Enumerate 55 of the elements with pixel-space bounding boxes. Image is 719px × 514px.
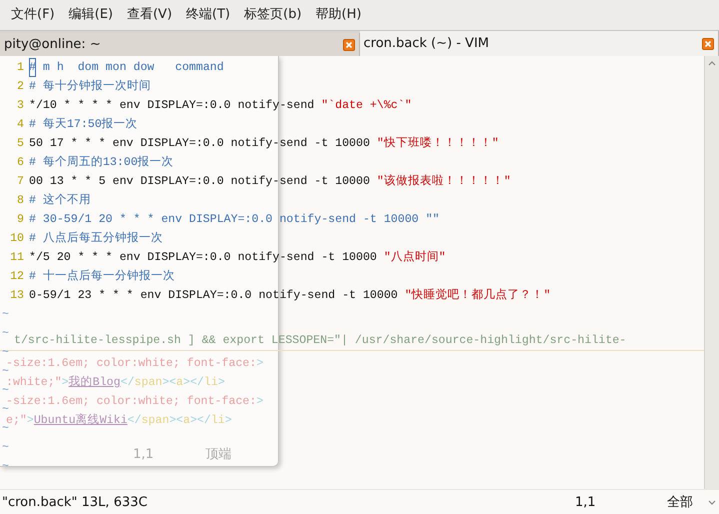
tab-label: cron.back (~) - VIM (364, 36, 489, 51)
line-number: 9 (16, 212, 25, 228)
empty-line-marker: ~ (2, 460, 9, 473)
line-number: 7 (16, 174, 25, 190)
empty-line-marker: ~ (2, 346, 9, 359)
code-line: # 十一点后每一分钟报一次 (29, 268, 175, 285)
line-number: 4 (16, 117, 25, 133)
line-number: 10 (9, 231, 25, 247)
file-info: "cron.back" 13L, 633C (1, 494, 148, 510)
empty-line-marker: ~ (2, 384, 9, 397)
menu-item[interactable]: 查看(V) (120, 5, 180, 25)
close-icon[interactable] (702, 38, 714, 50)
empty-line-marker: ~ (2, 403, 9, 416)
code-line: # 每天17:50报一次 (29, 116, 138, 133)
empty-line-marker: ~ (2, 422, 9, 435)
empty-line-marker: ~ (2, 365, 9, 378)
tab-label: pity@online: ~ (4, 37, 101, 52)
tab[interactable]: cron.back (~) - VIM (360, 31, 719, 56)
scroll-position: 顶端 (206, 446, 232, 463)
cursor-position: 1,1 (133, 446, 154, 462)
code-line: */10 * * * * env DISPLAY=:0.0 notify-send "`date +\%c`" (29, 98, 412, 114)
code-line: 50 17 * * * env DISPLAY=:0.0 notify-send -t 10000 "快下班喽！！！！！" (29, 136, 499, 152)
code-line: e;">Ubuntu离线Wiki</span><a></li> (6, 412, 233, 427)
menu-item[interactable]: 文件(F) (4, 5, 62, 25)
line-number: 12 (9, 269, 25, 285)
line-number: 3 (16, 98, 25, 114)
empty-line-marker: ~ (2, 308, 9, 321)
code-line: # 这个不用 (29, 192, 91, 209)
scrollbar[interactable] (704, 56, 719, 489)
line-number: 8 (16, 193, 25, 209)
line-number: 2 (16, 79, 25, 95)
code-line: -size:1.6em; color:white; font-face:> (6, 394, 264, 408)
scroll-position: 全部 (667, 494, 694, 511)
code-line: # 30-59/1 20 * * * env DISPLAY=:0.0 notify-send -t 10000 "" (29, 212, 440, 228)
code-line: 00 13 * * 5 env DISPLAY=:0.0 notify-send -t 10000 "该做报表啦！！！！！" (29, 173, 511, 190)
line-number: 1 (16, 60, 25, 76)
menu-item[interactable]: 编辑(E) (62, 5, 120, 25)
empty-line-marker: ~ (2, 441, 9, 454)
code-line: # 八点后每五分钟报一次 (29, 230, 163, 247)
line-number: 13 (9, 288, 25, 304)
code-line: # 每个周五的13:00报一次 (29, 154, 174, 171)
menu-item[interactable]: 终端(T) (179, 5, 238, 25)
close-icon[interactable] (342, 38, 354, 50)
code-line: :white;">我的Blog</span><a></li> (6, 374, 226, 389)
line-number: 5 (16, 136, 25, 152)
code-line: -size:1.6em; color:white; font-face:> (6, 356, 264, 370)
empty-line-marker: ~ (2, 327, 9, 340)
code-line: # 每十分钟报一次时间 (29, 78, 151, 95)
menu-item[interactable]: 标签页(b) (237, 5, 309, 25)
cursor-position: 1,1 (575, 494, 597, 510)
code-line: */5 20 * * * env DISPLAY=:0.0 notify-send -t 10000 "八点时间" (29, 250, 446, 266)
code-line: 0-59/1 23 * * * env DISPLAY=:0.0 notify-send -t 10000 "快睡觉吧！都几点了？！" (29, 288, 551, 304)
line-number: 11 (9, 250, 25, 266)
line-number: 6 (16, 155, 25, 171)
menu-item[interactable]: 帮助(H) (308, 5, 368, 25)
